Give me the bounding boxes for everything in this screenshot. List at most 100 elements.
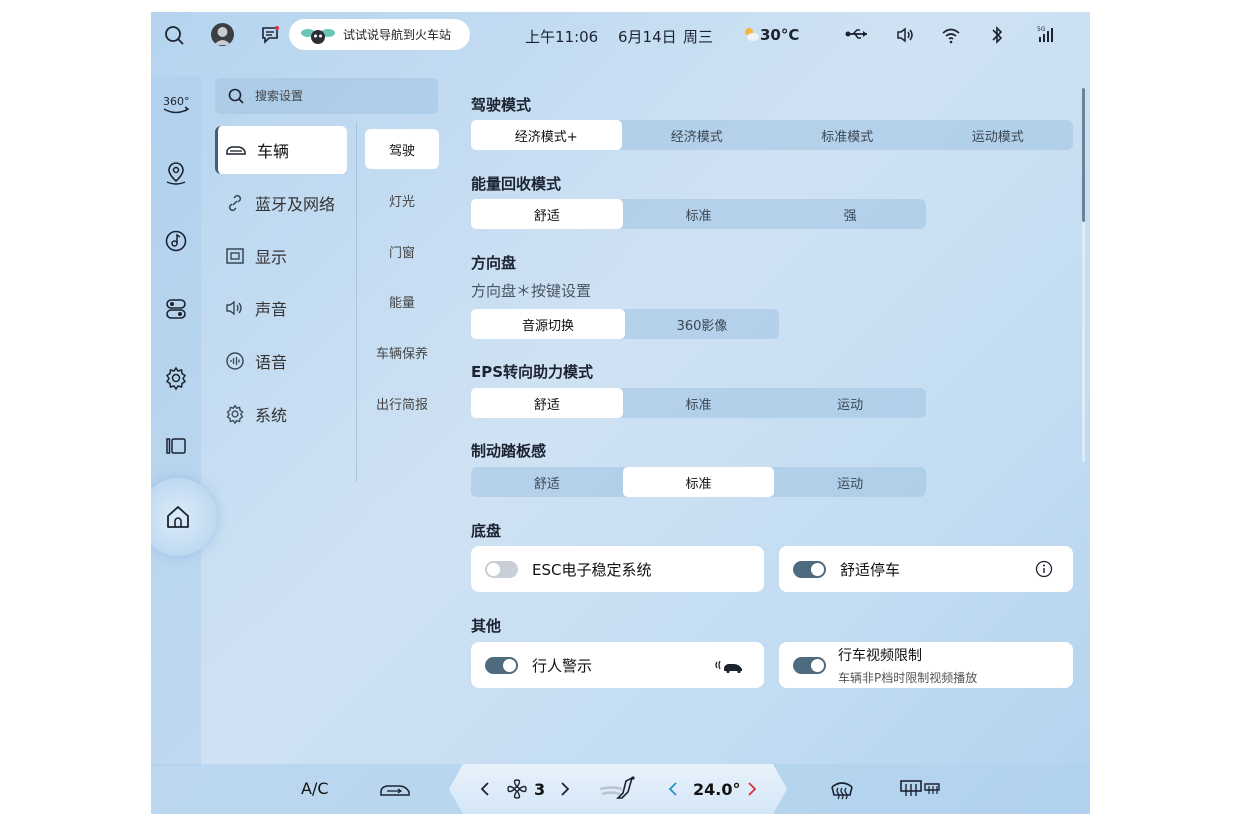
search-icon[interactable] [163, 24, 185, 46]
gear-icon [226, 404, 244, 424]
eps-mode-segmented: 舒适 标准 运动 [471, 388, 926, 418]
settings-search-box[interactable] [215, 78, 438, 114]
regen-standard[interactable]: 标准 [623, 199, 775, 229]
chassis-title: 底盘 [471, 522, 502, 540]
home-icon [167, 506, 189, 528]
app-drawer-icon[interactable] [161, 431, 191, 461]
drive-mode-standard[interactable]: 标准模式 [772, 120, 923, 150]
speaker-icon [226, 300, 242, 316]
car-recirculation-icon[interactable] [378, 778, 412, 800]
usb-icon [845, 26, 869, 42]
pedestrian-alert-toggle[interactable] [485, 656, 518, 674]
category-display[interactable]: 显示 [215, 232, 347, 280]
category-system[interactable]: 系统 [215, 390, 347, 438]
category-voice[interactable]: 语音 [215, 337, 347, 385]
eps-comfort[interactable]: 舒适 [471, 388, 623, 418]
steering-key-segmented: 音源切换 360影像 [471, 309, 779, 339]
category-label: 系统 [255, 406, 288, 425]
brake-feel-segmented: 舒适 标准 运动 [471, 467, 926, 497]
subcategory-maintenance[interactable]: 车辆保养 [365, 332, 439, 372]
category-vehicle[interactable]: 车辆 [215, 126, 347, 174]
settings-search-input[interactable] [255, 89, 425, 103]
regen-mode-segmented: 舒适 标准 强 [471, 199, 926, 229]
brake-comfort[interactable]: 舒适 [471, 467, 623, 497]
fan-increase-chevron-icon[interactable] [559, 781, 571, 797]
badge-360-text: 360° [163, 95, 190, 108]
drive-mode-eco[interactable]: 经济模式 [622, 120, 773, 150]
other-title: 其他 [471, 617, 502, 635]
screen: 试试说导航到火车站 上午11:06 6月14日 周三 30°C 5G 360° [151, 12, 1090, 814]
subcategory-energy[interactable]: 能量 [365, 281, 439, 321]
menu-divider [356, 122, 357, 482]
drive-mode-eco-plus[interactable]: 经济模式+ [471, 120, 622, 150]
navigation-pin-icon[interactable] [161, 158, 191, 188]
status-date: 6月14日 [618, 28, 677, 46]
car-sound-icon [715, 660, 742, 674]
regen-comfort[interactable]: 舒适 [471, 199, 623, 229]
pedestrian-alert-card: 行人警示 [471, 642, 764, 688]
esc-label: ESC电子稳定系统 [532, 560, 652, 579]
pedestrian-alert-label: 行人警示 [532, 656, 593, 675]
subcategory-doors-windows[interactable]: 门窗 [365, 231, 439, 271]
drive-mode-sport[interactable]: 运动模式 [923, 120, 1074, 150]
video-limit-toggle[interactable] [793, 656, 826, 674]
temp-decrease-chevron-icon[interactable] [667, 781, 679, 797]
seat-airflow-icon[interactable] [598, 775, 638, 803]
esc-toggle[interactable] [485, 560, 518, 578]
display-icon [226, 248, 244, 264]
car-icon [226, 146, 246, 155]
scrollbar-thumb[interactable] [1082, 88, 1085, 222]
video-limit-sublabel: 车辆非P档时限制视频播放 [838, 670, 978, 685]
brake-standard[interactable]: 标准 [622, 467, 775, 497]
settings-gear-icon[interactable] [161, 363, 191, 393]
eps-standard[interactable]: 标准 [623, 388, 775, 418]
volume-icon[interactable] [895, 25, 915, 45]
category-label: 声音 [255, 300, 288, 319]
camera-360-icon[interactable]: 360° [161, 90, 191, 120]
regen-mode-title: 能量回收模式 [471, 175, 562, 193]
rear-defrost-icon[interactable] [899, 778, 943, 800]
home-button[interactable] [151, 478, 217, 556]
fan-level: 3 [534, 780, 546, 799]
signal-label: 5G [1037, 26, 1046, 33]
avatar[interactable] [211, 23, 234, 46]
eps-sport[interactable]: 运动 [774, 388, 926, 418]
front-defrost-icon[interactable] [829, 777, 855, 801]
category-label: 车辆 [257, 142, 290, 161]
brake-sport[interactable]: 运动 [774, 467, 926, 497]
category-label: 显示 [255, 248, 288, 267]
fan-icon [506, 778, 528, 800]
message-icon[interactable] [260, 25, 280, 45]
subcategory-lights[interactable]: 灯光 [365, 180, 439, 220]
ac-button[interactable]: A/C [301, 779, 329, 798]
category-label: 蓝牙及网络 [255, 195, 336, 214]
status-time: 上午11:06 [525, 28, 599, 46]
subcategory-trip-report[interactable]: 出行简报 [365, 383, 439, 423]
voice-hint-text: 试试说导航到火车站 [343, 28, 452, 42]
regen-strong[interactable]: 强 [774, 199, 926, 229]
drive-mode-title: 驾驶模式 [471, 96, 532, 114]
comfort-stop-label: 舒适停车 [840, 560, 901, 579]
steering-wheel-title: 方向盘 [471, 254, 517, 272]
vehicle-controls-icon[interactable] [161, 294, 191, 324]
steering-key-360-view[interactable]: 360影像 [625, 309, 779, 339]
temp-increase-chevron-icon[interactable] [746, 781, 758, 797]
category-sound[interactable]: 声音 [215, 284, 347, 332]
voice-assistant-pill[interactable]: 试试说导航到火车站 [289, 19, 470, 50]
info-icon[interactable] [1035, 560, 1053, 578]
fan-decrease-chevron-icon[interactable] [479, 781, 491, 797]
voice-assistant-mascot-icon [301, 28, 335, 44]
status-weekday: 周三 [683, 28, 714, 46]
subcategory-drive[interactable]: 驾驶 [365, 129, 439, 169]
wifi-icon[interactable] [941, 26, 961, 44]
steering-key-audio-source[interactable]: 音源切换 [471, 309, 625, 339]
category-bluetooth-network[interactable]: 蓝牙及网络 [215, 179, 347, 227]
bluetooth-icon[interactable] [990, 25, 1004, 45]
esc-card: ESC电子稳定系统 [471, 546, 764, 592]
video-limit-card: 行车视频限制 车辆非P档时限制视频播放 [779, 642, 1073, 688]
cellular-signal-icon: 5G [1036, 24, 1056, 44]
music-icon[interactable] [161, 226, 191, 256]
steering-wheel-subtitle: 方向盘＊按键设置 [471, 282, 592, 300]
comfort-stop-toggle[interactable] [793, 560, 826, 578]
temperature-value: 24.0° [693, 780, 741, 799]
